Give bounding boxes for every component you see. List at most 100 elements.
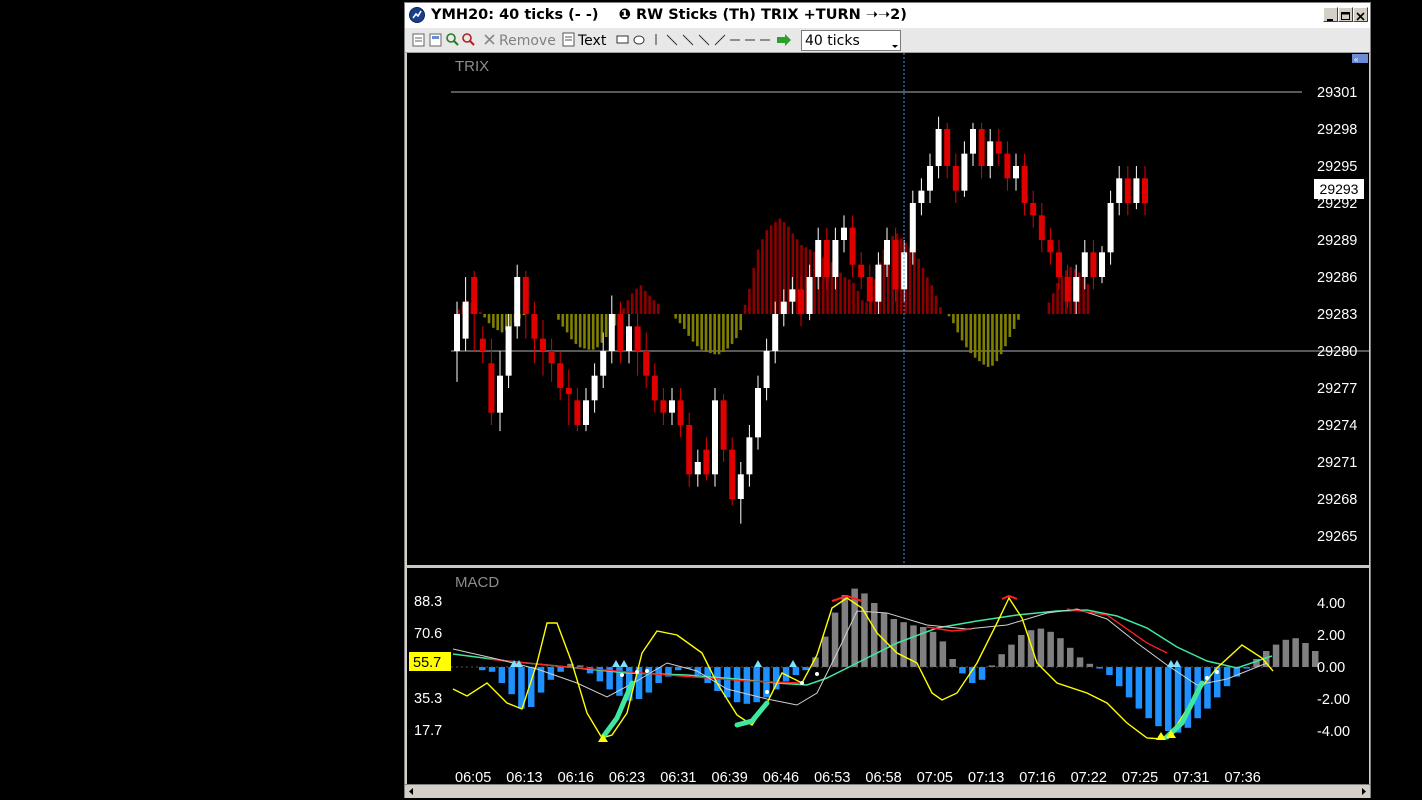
arrow-tool-icon[interactable] bbox=[777, 34, 791, 46]
close-button[interactable] bbox=[1353, 7, 1368, 22]
chart-area[interactable]: « TRIX MACD 29301 29298 29295 29292 29289 292… bbox=[407, 53, 1369, 795]
trix-bar bbox=[921, 268, 925, 314]
trix-bar bbox=[956, 314, 960, 333]
price-axis-tick: 29286 bbox=[1317, 270, 1357, 286]
data-box-icon[interactable] bbox=[429, 33, 442, 47]
candle-body bbox=[557, 363, 564, 388]
trix-bar bbox=[952, 314, 955, 324]
trix-bar bbox=[691, 314, 695, 342]
trix-bar bbox=[457, 309, 460, 314]
macd-histogram-bar bbox=[1282, 639, 1290, 667]
trix-bar bbox=[652, 300, 656, 314]
macd-left-tick-highlight: 55.7 bbox=[413, 655, 441, 671]
trix-bar bbox=[726, 314, 730, 349]
candle-body bbox=[918, 190, 925, 203]
interval-select[interactable]: 40 ticks bbox=[801, 30, 901, 51]
macd-histogram-bar bbox=[998, 654, 1005, 667]
price-axis-tick: 29301 bbox=[1317, 85, 1357, 101]
candle-body bbox=[669, 400, 675, 413]
macd-histogram-bar bbox=[1302, 643, 1309, 667]
trix-bar bbox=[648, 295, 651, 314]
dot-marker bbox=[1205, 676, 1209, 680]
dot-marker bbox=[635, 670, 639, 674]
extended-line-tool-icon[interactable] bbox=[698, 34, 710, 46]
macd-histogram-bar bbox=[1116, 667, 1123, 687]
macd-histogram-bar bbox=[1155, 667, 1162, 727]
zoom-in-icon[interactable] bbox=[446, 33, 459, 46]
trix-bar bbox=[509, 314, 513, 327]
trix-bar bbox=[995, 314, 999, 362]
candle-body bbox=[849, 227, 856, 265]
candle-body bbox=[505, 326, 512, 376]
candle-body bbox=[884, 240, 890, 265]
maximize-button[interactable] bbox=[1338, 7, 1353, 22]
ray-tool-icon[interactable] bbox=[682, 34, 694, 46]
macd-histogram-bar bbox=[1106, 667, 1113, 675]
trix-bar bbox=[926, 277, 929, 314]
candle-body bbox=[488, 363, 495, 413]
current-price-value: 29293 bbox=[1320, 181, 1359, 197]
macd-histogram-bar bbox=[675, 667, 682, 671]
trix-bar bbox=[639, 285, 643, 314]
macd-histogram-bar bbox=[1057, 638, 1064, 667]
price-axis-tick: 29271 bbox=[1317, 455, 1357, 471]
turn-marker bbox=[612, 660, 620, 667]
macd-histogram-bar bbox=[1223, 667, 1231, 687]
rectangle-tool-icon[interactable] bbox=[616, 35, 629, 44]
pen-tool-icon[interactable] bbox=[714, 34, 726, 46]
zoom-out-icon[interactable] bbox=[462, 33, 475, 46]
candle-body bbox=[462, 301, 469, 339]
dot-marker bbox=[1215, 670, 1219, 674]
macd-histogram-bar bbox=[1008, 644, 1015, 667]
candle-body bbox=[634, 326, 641, 351]
trendline-tool-icon[interactable] bbox=[666, 34, 678, 46]
candle-body bbox=[798, 289, 804, 314]
scroll-right-icon[interactable] bbox=[1359, 787, 1368, 796]
candle-body bbox=[909, 203, 916, 253]
horizontal-scrollbar[interactable] bbox=[405, 784, 1370, 798]
candle-body bbox=[531, 314, 538, 339]
app-logo-icon bbox=[409, 7, 425, 23]
macd-histogram-bar bbox=[724, 667, 731, 698]
macd-right-tick: -4.00 bbox=[1317, 724, 1350, 740]
turn-up-highlight bbox=[734, 700, 770, 728]
candle-body bbox=[841, 227, 847, 240]
trix-bar bbox=[778, 218, 782, 314]
turn-marker bbox=[754, 660, 762, 667]
minimize-button[interactable] bbox=[1323, 7, 1338, 22]
trix-bar bbox=[730, 314, 734, 344]
candle-body bbox=[626, 326, 632, 351]
remove-button[interactable]: Remove bbox=[499, 33, 556, 49]
candle-body bbox=[522, 277, 529, 314]
macd-histogram-bar bbox=[1047, 631, 1054, 667]
trix-bar bbox=[1008, 314, 1012, 337]
trix-bar bbox=[774, 222, 777, 314]
panel-divider[interactable] bbox=[407, 565, 1369, 568]
candle-body bbox=[875, 264, 882, 302]
text-tool-button[interactable]: Text bbox=[578, 33, 606, 49]
trix-bar bbox=[492, 314, 495, 328]
trix-bar bbox=[630, 293, 634, 314]
trix-bar bbox=[973, 314, 977, 358]
trix-bar bbox=[578, 314, 582, 348]
trix-bar bbox=[856, 291, 860, 314]
ellipse-tool-icon[interactable] bbox=[633, 35, 645, 45]
properties-icon[interactable] bbox=[412, 33, 425, 47]
candle-body bbox=[927, 166, 933, 191]
candle-body bbox=[892, 240, 899, 290]
candle-body bbox=[1021, 166, 1028, 203]
candle-body bbox=[1056, 252, 1062, 277]
candle-body bbox=[780, 301, 787, 314]
title-bar[interactable]: YMH20: 40 ticks (- -) ❶ RW Sticks (Th) T… bbox=[405, 3, 1370, 29]
collapse-arrows-icon[interactable]: « bbox=[1352, 54, 1368, 64]
candle-body bbox=[806, 277, 813, 314]
price-axis-tick: 29295 bbox=[1317, 159, 1357, 175]
macd-histogram-bar bbox=[1272, 644, 1280, 667]
price-axis-tick: 29268 bbox=[1317, 492, 1357, 508]
candle-body bbox=[497, 375, 503, 413]
trix-bar bbox=[1060, 276, 1064, 314]
scroll-left-icon[interactable] bbox=[407, 787, 416, 796]
macd-histogram-bar bbox=[1165, 667, 1172, 731]
trix-bar bbox=[687, 314, 690, 336]
macd-histogram-bar bbox=[978, 667, 986, 680]
